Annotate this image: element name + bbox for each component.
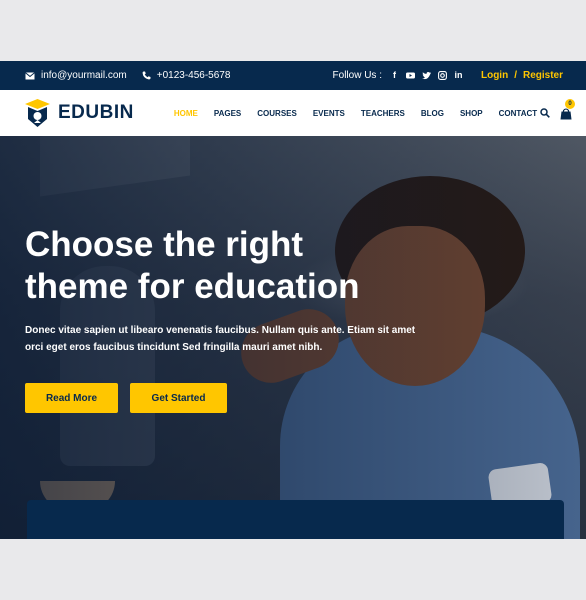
main-navigation: EDUBIN HOME PAGES COURSES EVENTS TEACHER… <box>0 90 586 136</box>
auth-links: Login / Register <box>481 70 563 81</box>
youtube-icon[interactable] <box>405 71 415 80</box>
nav-item-contact[interactable]: CONTACT <box>499 109 538 118</box>
follow-us: Follow Us : f in <box>333 70 463 81</box>
hero-description: Donec vitae sapien ut libearo venenatis … <box>25 325 416 353</box>
nav-tools: 0 <box>540 99 575 120</box>
hero-section: Choose the right theme for education Don… <box>0 136 586 539</box>
contact-info: info@yourmail.com +0123-456-5678 <box>25 70 230 81</box>
linkedin-icon[interactable]: in <box>454 71 463 80</box>
brand[interactable]: EDUBIN <box>25 98 134 128</box>
register-link[interactable]: Register <box>523 70 563 81</box>
envelope-icon <box>25 71 35 79</box>
email-item[interactable]: info@yourmail.com <box>25 70 127 81</box>
brand-name: EDUBIN <box>58 102 134 123</box>
nav-item-blog[interactable]: BLOG <box>421 109 444 118</box>
site-frame: info@yourmail.com +0123-456-5678 Follow … <box>0 61 586 539</box>
feature-panel <box>27 500 564 539</box>
get-started-button[interactable]: Get Started <box>130 383 227 413</box>
graduation-cap-logo-icon <box>25 98 50 127</box>
nav-item-pages[interactable]: PAGES <box>214 109 241 118</box>
nav-item-home[interactable]: HOME <box>174 109 198 118</box>
twitter-icon[interactable] <box>421 71 431 80</box>
social-links: f in <box>390 71 463 80</box>
phone-text: +0123-456-5678 <box>156 70 231 81</box>
hero-title-line-1: Choose the right <box>25 225 304 264</box>
phone-icon <box>142 71 151 80</box>
follow-label: Follow Us : <box>332 70 382 81</box>
nav-item-teachers[interactable]: TEACHERS <box>361 109 405 118</box>
cart-count-badge: 0 <box>565 99 575 109</box>
auth-separator: / <box>514 70 517 81</box>
facebook-icon[interactable]: f <box>390 71 399 80</box>
nav-menu: HOME PAGES COURSES EVENTS TEACHERS BLOG … <box>174 109 537 118</box>
hero-title: Choose the right theme for education <box>25 224 445 308</box>
nav-item-shop[interactable]: SHOP <box>460 109 483 118</box>
login-link[interactable]: Login <box>481 70 508 81</box>
read-more-button[interactable]: Read More <box>25 383 118 413</box>
email-text: info@yourmail.com <box>41 70 127 81</box>
top-bar: info@yourmail.com +0123-456-5678 Follow … <box>0 61 586 90</box>
search-icon[interactable] <box>540 108 550 118</box>
cart-button[interactable]: 0 <box>560 99 575 120</box>
instagram-icon[interactable] <box>438 71 447 80</box>
shopping-bag-icon <box>560 108 572 120</box>
nav-item-events[interactable]: EVENTS <box>313 109 345 118</box>
phone-item[interactable]: +0123-456-5678 <box>142 70 231 81</box>
hero-title-line-2: theme for education <box>25 267 360 306</box>
nav-item-courses[interactable]: COURSES <box>257 109 297 118</box>
